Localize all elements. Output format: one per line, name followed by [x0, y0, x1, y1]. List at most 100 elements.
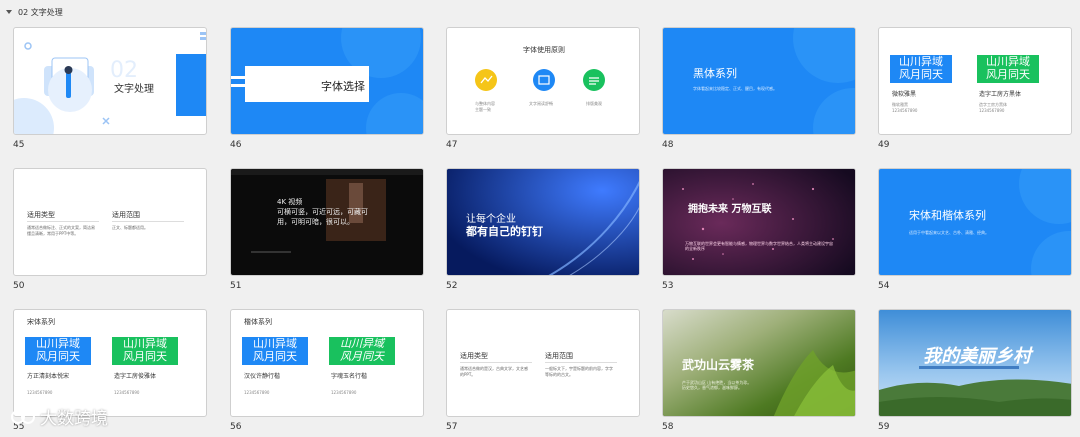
principle-3: 排版美观 [586, 101, 602, 106]
slide-art [793, 28, 855, 134]
slide-thumbnail-57[interactable]: 适用类型 适用范围 通常适合做的是汉，古典文学，文艺感的PPT。 一般标文下，宇… [446, 309, 640, 417]
scope-heading: 适用范围 [545, 352, 573, 360]
slide-number: 52 [446, 281, 458, 291]
slide-number: 59 [878, 422, 890, 432]
slide-title: 拥抱未来 万物互联 [688, 204, 772, 215]
section-title: 02 文字处理 [18, 7, 63, 17]
slide-title: 文字处理 [114, 84, 154, 95]
font-digits-2: 1234567890 [114, 390, 140, 395]
slide-thumbnail-59[interactable]: 我的美丽乡村 [878, 309, 1072, 417]
sample-line-1: 山川异域 [340, 337, 384, 350]
font-sample-blue: 山川异域 风月同天 [25, 337, 91, 365]
slide-thumbnail-50[interactable]: 适用类型 适用范围 通常适合做标注、正式的文案，简洁易懂且清晰，常用于PPT中等… [13, 168, 207, 276]
slide-title: 宋体系列 [27, 318, 55, 326]
font-digits-2: 1234567890 [331, 390, 357, 395]
scope-text: 一般标文下，宇是标题的前内容，字字等标的的古文。 [545, 366, 613, 377]
slide-title: 黑体系列 [693, 67, 737, 80]
sample-line-2: 风月同天 [123, 350, 167, 363]
sample-line-1: 山川异域 [986, 55, 1030, 68]
font-caption-2: 字魂玉名行楷 [331, 373, 368, 380]
scope-heading: 适用范围 [112, 211, 140, 219]
watermark: 大数跨境 [10, 404, 108, 429]
collapse-triangle-icon[interactable] [4, 7, 14, 17]
font-caption-1: 方正清刻本悦宋 [27, 373, 70, 380]
font-caption-2: 造字工房俊雅体 [114, 373, 157, 380]
slide-number: 46 [230, 140, 242, 150]
type-heading: 适用类型 [27, 211, 55, 219]
slide-thumbnail-52[interactable]: 让每个企业 都有自己的钉钉 [446, 168, 640, 276]
sample-line-1: 山川异域 [253, 337, 297, 350]
section-header[interactable]: 02 文字处理 [0, 0, 1080, 24]
type-heading: 适用类型 [460, 352, 488, 360]
slide-thumbnail-47[interactable]: 字体使用原则 与整体内容 主题一致 文字阅读舒畅 排版美观 [446, 27, 640, 135]
divider [545, 362, 617, 363]
divider [27, 221, 99, 222]
slide-number: 51 [230, 281, 242, 291]
font-digits-1: 1234567890 [244, 390, 270, 395]
video-line-2: 用，可明可暗，很可以。 [277, 218, 354, 226]
type-text: 通常适合做的是汉，古典文学，文艺感的PPT。 [460, 366, 528, 377]
watermark-logo-icon [11, 409, 35, 424]
scope-text: 正文、标题都适用。 [112, 225, 148, 230]
slide-thumbnail-58[interactable]: 武功山云雾茶 产于武功山区 山有绝胜，当以茶为珍。历史悠久，香气浓郁，滋味鲜醇。 [662, 309, 856, 417]
slide-thumbnail-49[interactable]: 山川异域 风月同天 山川异域 风月同天 微软雅黑 造字工房方黑体 微软雅黑 12… [878, 27, 1072, 135]
slide-number: 53 [662, 281, 674, 291]
slide-thumbnail-48[interactable]: 黑体系列 字体看起来比较稳定、正式、醒目，有现代感。 [662, 27, 856, 135]
sample-line-2: 风月同天 [36, 350, 80, 363]
slide-title: 字体选择 [321, 80, 365, 93]
type-text: 通常适合做标注、正式的文案，简洁易懂且清晰，常用于PPT中等。 [27, 225, 95, 236]
video-line-1: 可横可竖，可近可远，可藏可 [277, 208, 368, 216]
font-sample-blue: 山川异域 风月同天 [242, 337, 308, 365]
slide-thumbnail-53[interactable]: 拥抱未来 万物互联 万物互联的世界会更有智能与情感，物理世界与数字世界结合，人类… [662, 168, 856, 276]
font-sample-green: 山川异域 风月同天 [329, 337, 395, 365]
slide-thumbnail-45[interactable]: 02 文字处理 [13, 27, 207, 135]
slide-number: 54 [878, 281, 890, 291]
slide-thumbnail-56[interactable]: 楷体系列 山川异域 风月同天 山川异域 风月同天 汉仪许静行楷 字魂玉名行楷 1… [230, 309, 424, 417]
sample-line-2: 风月同天 [253, 350, 297, 363]
slide-title: 宋体和楷体系列 [909, 209, 986, 222]
headline-line-2: 都有自己的钉钉 [466, 225, 543, 238]
font-sample-green: 山川异域 风月同天 [977, 55, 1039, 83]
font-sample-blue: 山川异域 风月同天 [890, 55, 952, 83]
divider [460, 362, 532, 363]
slide-number: 49 [878, 140, 890, 150]
sample-line-1: 山川异域 [36, 337, 80, 350]
slide-title: 武功山云雾茶 [682, 358, 755, 372]
font-digits-1: 1234567890 [27, 390, 53, 395]
slide-thumbnail-55[interactable]: 宋体系列 山川异域 风月同天 山川异域 风月同天 方正清刻本悦宋 造字工房俊雅体… [13, 309, 207, 417]
slide-art [663, 169, 855, 275]
sample-line-1: 山川异域 [899, 55, 943, 68]
slide-desc: 字体看起来比较稳定、正式、醒目，有现代感。 [693, 86, 777, 91]
slide-thumbnail-51[interactable]: 4K 视频 可横可竖，可近可远，可藏可 用，可明可暗，很可以。 [230, 168, 424, 276]
sample-line-1: 山川异域 [123, 337, 167, 350]
slide-number: 57 [446, 422, 458, 432]
slide-desc: 产于武功山区 山有绝胜，当以茶为珍。历史悠久，香气浓郁，滋味鲜醇。 [682, 380, 752, 390]
video-heading: 4K 视频 [277, 198, 303, 206]
slide-thumbnail-54[interactable]: 宋体和楷体系列 适用于中看起来以文艺、古朴、清雅、经典。 [878, 168, 1072, 276]
sample-line-2: 风月同天 [986, 68, 1030, 81]
slide-number: 50 [13, 281, 25, 291]
slide-number: 58 [662, 422, 674, 432]
slide-number: 47 [446, 140, 458, 150]
divider [112, 221, 184, 222]
watermark-text: 大数跨境 [40, 409, 108, 429]
principle-1: 与整体内容 主题一致 [475, 101, 495, 112]
font-caption-1: 微软雅黑 [892, 91, 917, 98]
font-caption-1: 汉仪许静行楷 [244, 373, 281, 380]
sample-line-2: 风月同天 [899, 68, 943, 81]
slide-title: 楷体系列 [244, 318, 272, 326]
sample-line-2: 风月同天 [340, 350, 384, 363]
slide-sub: 万物互联的世界会更有智能与情感，物理世界与数字世界结合，人类将主动建设宇宙的全新… [685, 241, 833, 251]
slide-art [475, 69, 605, 91]
slide-number: 56 [230, 422, 242, 432]
slide-number: 48 [662, 140, 674, 150]
principle-2: 文字阅读舒畅 [529, 101, 553, 106]
font-digits-1: 1234567890 [892, 108, 918, 113]
slide-thumbnail-46[interactable]: 字体选择 [230, 27, 424, 135]
slide-title: 我的美丽乡村 [923, 346, 1031, 367]
font-caption-2: 造字工房方黑体 [979, 91, 1022, 98]
slide-desc: 适用于中看起来以文艺、古朴、清雅、经典。 [909, 230, 989, 235]
font-digits-2: 1234567890 [979, 108, 1005, 113]
font-sample-green: 山川异域 风月同天 [112, 337, 178, 365]
slide-number: 45 [13, 140, 25, 150]
